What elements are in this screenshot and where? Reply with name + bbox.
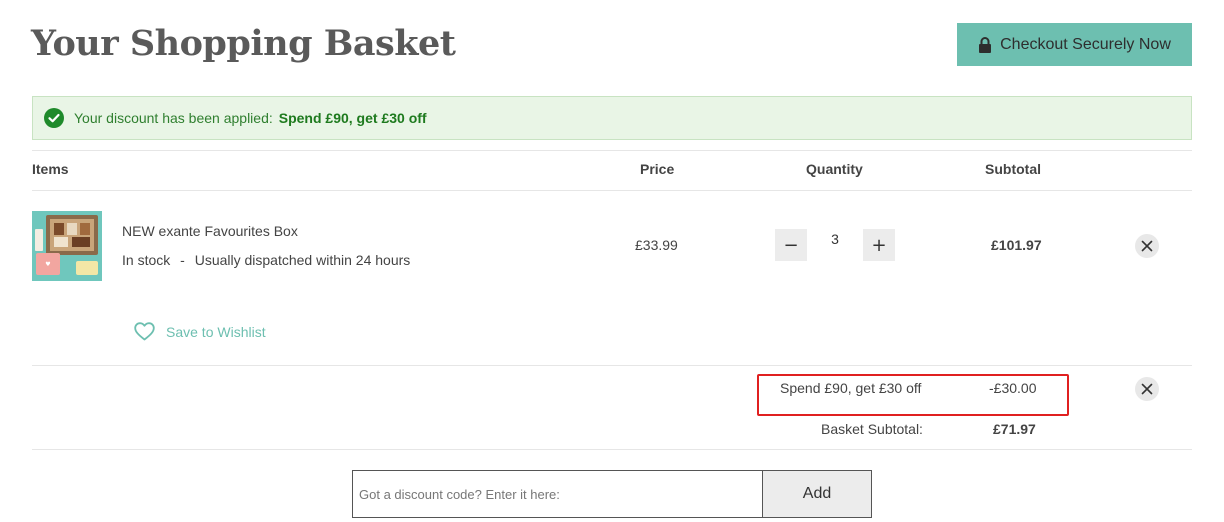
discount-applied-alert: Your discount has been applied: Spend £9… (32, 96, 1192, 140)
product-thumbnail[interactable]: ♥ (32, 211, 102, 281)
column-header-quantity: Quantity (806, 161, 863, 177)
basket-subtotal-label: Basket Subtotal: (821, 421, 923, 437)
dispatch-info: Usually dispatched within 24 hours (194, 252, 411, 268)
wishlist-label: Save to Wishlist (166, 323, 266, 340)
heart-icon (134, 322, 155, 341)
stock-separator: - (180, 252, 185, 268)
divider (32, 190, 1192, 191)
divider (32, 150, 1192, 151)
alert-discount-name: Spend £90, get £30 off (278, 110, 427, 126)
discount-line-label: Spend £90, get £30 off (780, 380, 922, 396)
discount-code-input[interactable] (352, 470, 763, 518)
close-icon (1141, 383, 1153, 395)
remove-item-button[interactable] (1135, 234, 1159, 258)
item-price: £33.99 (635, 237, 678, 253)
basket-subtotal-value: £71.97 (993, 421, 1036, 437)
product-name-link[interactable]: NEW exante Favourites Box (122, 223, 298, 239)
svg-text:♥: ♥ (45, 261, 50, 268)
alert-message: Your discount has been applied: (74, 110, 273, 126)
column-header-price: Price (640, 161, 675, 177)
column-header-items: Items (32, 161, 69, 177)
divider (32, 365, 1192, 366)
save-to-wishlist-link[interactable]: Save to Wishlist (134, 322, 266, 341)
item-subtotal: £101.97 (991, 237, 1042, 253)
remove-discount-button[interactable] (1135, 377, 1159, 401)
add-discount-button[interactable]: Add (762, 470, 872, 518)
column-header-subtotal: Subtotal (985, 161, 1041, 177)
divider (32, 449, 1192, 450)
plus-icon: + (871, 234, 887, 256)
quantity-input[interactable] (815, 229, 855, 249)
close-icon (1141, 240, 1153, 252)
checkout-label: Checkout Securely Now (1000, 35, 1171, 53)
increase-quantity-button[interactable]: + (863, 229, 895, 261)
stock-info: In stock - Usually dispatched within 24 … (122, 252, 410, 268)
lock-icon (978, 36, 992, 54)
page-title: Your Shopping Basket (31, 23, 456, 64)
decrease-quantity-button[interactable]: − (775, 229, 807, 261)
minus-icon: − (783, 234, 799, 256)
checkout-button[interactable]: Checkout Securely Now (957, 23, 1192, 66)
stock-status: In stock (122, 252, 171, 268)
discount-line-amount: -£30.00 (989, 380, 1037, 396)
check-circle-icon (44, 108, 64, 128)
